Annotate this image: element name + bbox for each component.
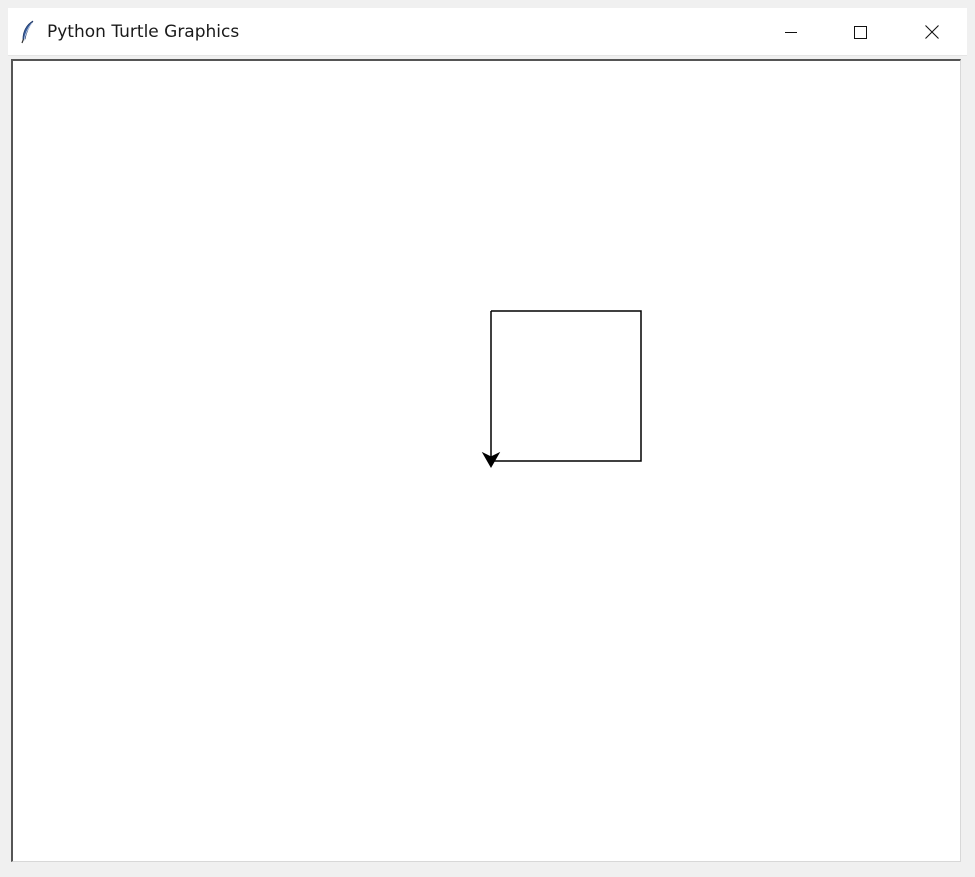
window-title: Python Turtle Graphics — [47, 22, 240, 42]
feather-icon — [21, 20, 34, 44]
minimize-icon — [785, 31, 797, 33]
minimize-button[interactable] — [757, 8, 825, 55]
turtle-canvas[interactable] — [13, 61, 960, 861]
turtle-canvas-area[interactable] — [11, 59, 961, 862]
close-button[interactable] — [897, 8, 967, 55]
maximize-button[interactable] — [826, 8, 894, 55]
turtle-window: Python Turtle Graphics — [0, 0, 975, 877]
drawn-square — [490, 310, 642, 462]
title-bar[interactable]: Python Turtle Graphics — [8, 8, 967, 56]
window-frame — [8, 56, 967, 865]
close-icon — [925, 24, 939, 39]
maximize-icon — [854, 25, 867, 39]
